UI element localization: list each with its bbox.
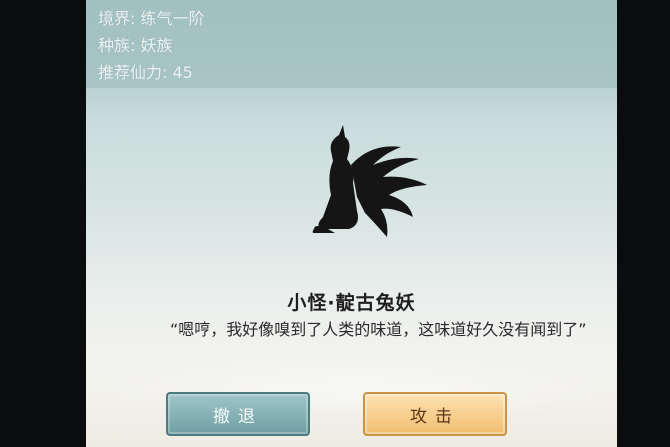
monster-silhouette-icon bbox=[312, 125, 427, 237]
recommended-power-text: 推荐仙力: 45 bbox=[98, 63, 193, 82]
left-letterbox bbox=[0, 0, 86, 447]
encounter-panel: 境界: 练气一阶 种族: 妖族 推荐仙力: 45 小怪·靛古兔妖 “嗯哼，我好像… bbox=[86, 0, 617, 447]
monster-name: 小怪·靛古兔妖 bbox=[287, 292, 416, 314]
right-letterbox bbox=[617, 0, 670, 447]
monster-dialogue: “嗯哼，我好像嗅到了人类的味道，这味道好久没有闻到了” bbox=[170, 320, 587, 339]
realm-text: 境界: 练气一阶 bbox=[98, 9, 205, 28]
race-text: 种族: 妖族 bbox=[98, 36, 173, 55]
retreat-button[interactable]: 撤退 bbox=[166, 392, 310, 436]
attack-button[interactable]: 攻击 bbox=[363, 392, 507, 436]
